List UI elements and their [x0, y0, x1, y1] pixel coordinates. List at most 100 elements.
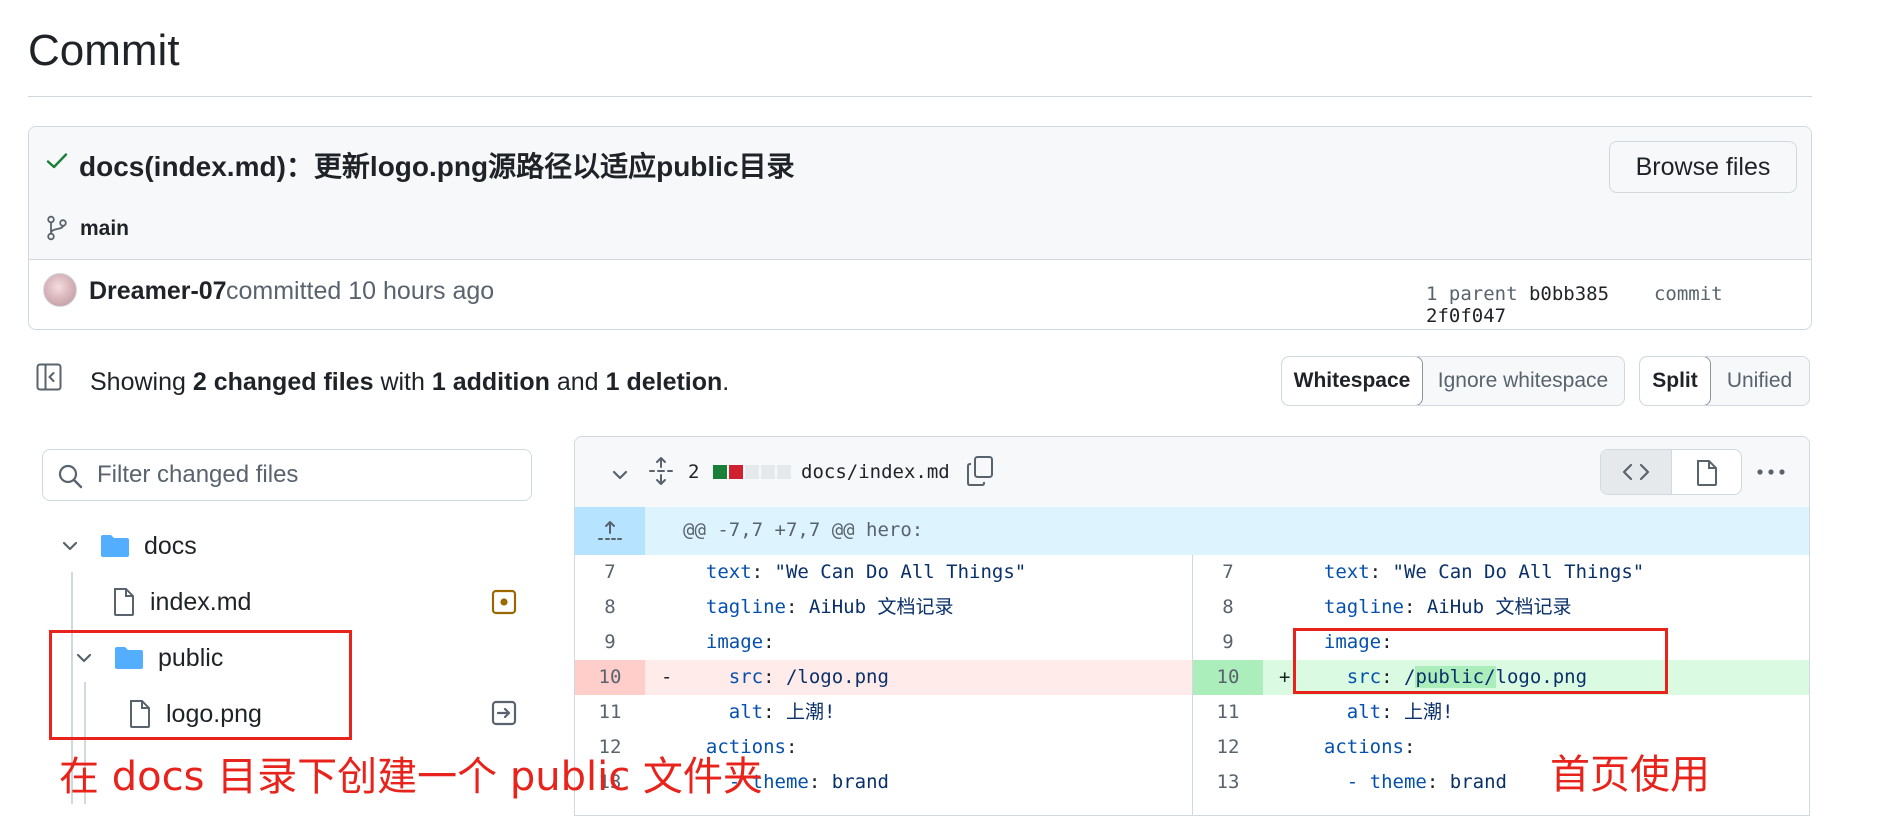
right-diff-line: 13 - theme: brand	[1193, 765, 1809, 800]
line-number[interactable]: 11	[575, 695, 645, 730]
right-diff-line: 11 alt: 上潮!	[1193, 695, 1809, 730]
branch-icon	[47, 215, 67, 241]
filter-files-field[interactable]	[42, 449, 532, 501]
line-number[interactable]: 9	[1193, 625, 1263, 660]
code-text: - theme: brand	[1301, 765, 1507, 800]
rich-view-button[interactable]	[1672, 450, 1741, 494]
chevron-down-icon	[62, 541, 78, 551]
code-key: image	[705, 631, 764, 653]
commit-label: commit	[1653, 283, 1723, 305]
more-options-icon[interactable]	[1755, 461, 1787, 483]
copy-icon[interactable]	[965, 455, 995, 487]
code-text: alt: 上潮!	[683, 695, 836, 730]
avatar[interactable]	[43, 273, 77, 307]
whitespace-option[interactable]: Whitespace	[1282, 357, 1423, 405]
diffstat-neutral	[761, 465, 775, 479]
code-value: "We Can Do All Things"	[774, 561, 1027, 583]
line-number[interactable]: 8	[1193, 590, 1263, 625]
parent-sha-link[interactable]: b0bb385	[1529, 283, 1609, 305]
line-number[interactable]: 10	[1193, 660, 1263, 695]
summary-end: .	[722, 368, 730, 396]
line-number[interactable]: 10	[575, 660, 645, 695]
code-colon: :	[763, 666, 786, 688]
annotation-box-diff	[1293, 628, 1668, 694]
line-number[interactable]: 11	[1193, 695, 1263, 730]
code-text: text: "We Can Do All Things"	[1301, 555, 1644, 590]
diffstat-neutral	[777, 465, 791, 479]
code-key: alt	[728, 701, 764, 723]
sidebar-toggle-icon[interactable]	[36, 363, 62, 391]
author-link[interactable]: Dreamer-07	[89, 277, 227, 306]
commit-header-box: docs(index.md)：更新logo.png源路径以适应public目录 …	[28, 126, 1812, 330]
ignore-whitespace-option[interactable]: Ignore whitespace	[1422, 357, 1624, 405]
line-number[interactable]: 8	[575, 590, 645, 625]
diff-view-toggle: Split Unified	[1639, 356, 1810, 406]
code-icon	[1622, 463, 1650, 481]
line-number[interactable]: 12	[1193, 730, 1263, 765]
diffstat-bar	[713, 465, 791, 479]
check-icon	[46, 153, 68, 169]
annotation-note-left: 在 docs 目录下创建一个 public 文件夹	[59, 754, 763, 800]
code-view-button[interactable]	[1601, 450, 1672, 494]
left-diff-line: 9 image:	[575, 625, 1192, 660]
tree-item-index-md[interactable]: index.md	[56, 576, 536, 628]
code-key: theme	[1369, 771, 1427, 793]
diff-marker: -	[661, 666, 673, 688]
expand-up-icon	[598, 521, 622, 540]
expand-up-button[interactable]	[575, 507, 645, 555]
code-key: alt	[1346, 701, 1382, 723]
file-renamed-icon	[491, 700, 517, 726]
line-number[interactable]: 7	[1193, 555, 1263, 590]
time-ago: 10 hours ago	[348, 277, 495, 305]
committed-label: committed	[226, 277, 342, 305]
code-colon: :	[1426, 771, 1450, 793]
unified-option[interactable]: Unified	[1710, 357, 1809, 405]
code-key: src	[728, 666, 764, 688]
parent-info: 1 parent b0bb385 commit 2f0f047	[1426, 283, 1811, 327]
chevron-down-icon[interactable]	[609, 464, 631, 486]
file-path[interactable]: docs/index.md	[801, 461, 950, 483]
diff-marker: +	[1279, 666, 1291, 688]
code-text: tagline: AiHub 文档记录	[1301, 590, 1572, 625]
file-modified-icon	[491, 589, 517, 615]
code-key: tagline	[1323, 596, 1404, 618]
tree-item-docs[interactable]: docs	[56, 520, 536, 572]
right-diff-line: 8 tagline: AiHub 文档记录	[1193, 590, 1809, 625]
code-value: 上潮!	[1403, 701, 1454, 723]
view-mode-toggle	[1600, 449, 1742, 495]
diff-summary: Showing 2 changed files with 1 addition …	[90, 368, 729, 397]
split-option[interactable]: Split	[1640, 357, 1711, 405]
hunk-header-text: @@ -7,7 +7,7 @@ hero:	[683, 519, 924, 541]
code-colon: :	[763, 631, 786, 653]
commit-sha: 2f0f047	[1426, 305, 1507, 327]
filter-files-input[interactable]	[97, 450, 517, 500]
code-text: image:	[683, 625, 786, 660]
expand-icon[interactable]	[648, 456, 674, 486]
code-text: text: "We Can Do All Things"	[683, 555, 1026, 590]
branch-name[interactable]: main	[80, 217, 129, 241]
line-number[interactable]: 13	[1193, 765, 1263, 800]
code-colon: :	[1403, 596, 1427, 618]
diffstat-addition	[713, 465, 727, 479]
left-diff-line: 11 alt: 上潮!	[575, 695, 1192, 730]
code-value: "We Can Do All Things"	[1392, 561, 1645, 583]
right-diff-line: 7 text: "We Can Do All Things"	[1193, 555, 1809, 590]
file-icon	[1697, 460, 1717, 486]
line-number[interactable]: 7	[575, 555, 645, 590]
diffstat-neutral	[745, 465, 759, 479]
browse-files-button[interactable]: Browse files	[1609, 141, 1797, 193]
hunk-header: @@ -7,7 +7,7 @@ hero:	[575, 507, 1809, 555]
code-value: /logo.png	[785, 666, 889, 688]
code-colon: :	[785, 736, 809, 758]
whitespace-toggle: Whitespace Ignore whitespace	[1281, 356, 1625, 406]
line-number[interactable]: 9	[575, 625, 645, 660]
code-colon: :	[808, 771, 832, 793]
folder-icon	[101, 535, 129, 557]
commit-header: docs(index.md)：更新logo.png源路径以适应public目录 …	[29, 127, 1811, 260]
